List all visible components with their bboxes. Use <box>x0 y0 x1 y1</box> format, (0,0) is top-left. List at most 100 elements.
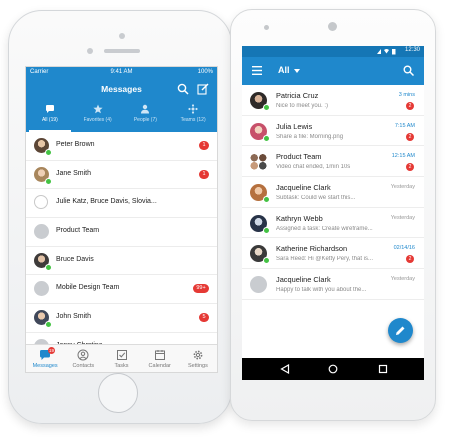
list-item[interactable]: Jane Smith 1 <box>26 161 217 190</box>
search-icon[interactable] <box>403 65 414 76</box>
settings-icon <box>193 350 203 360</box>
message-snippet: Video chat ended, 1min 10s <box>276 164 351 171</box>
presence-dot <box>263 226 270 234</box>
ios-screen: Carrier 9:41 AM 100% Messages All (19) F… <box>25 66 218 373</box>
menu-icon[interactable] <box>252 66 262 75</box>
message-time: Yesterday <box>390 276 415 283</box>
ios-status-bar: Carrier 9:41 AM 100% <box>26 67 217 79</box>
list-item[interactable]: Patricia Cruz Nice to meet you. :) 3 min… <box>242 85 424 116</box>
tab-label: Teams (12) <box>180 117 206 123</box>
tabbar-tasks[interactable]: Tasks <box>102 345 140 372</box>
presence-dot <box>263 196 270 204</box>
tab-people[interactable]: People (7) <box>122 100 170 132</box>
home-icon[interactable] <box>328 364 338 374</box>
conversation-name: Jacqueline Clark <box>276 275 331 285</box>
home-button[interactable] <box>98 373 138 413</box>
message-time: 02/14/16 <box>393 245 415 252</box>
unread-badge: 2 <box>406 255 414 264</box>
battery-label: 100% <box>197 69 213 75</box>
tabbar-contacts[interactable]: Contacts <box>64 345 102 372</box>
ios-header: Carrier 9:41 AM 100% Messages All (19) F… <box>26 67 217 132</box>
message-snippet: Assigned a task: Create wireframe... <box>276 225 373 232</box>
team-avatar <box>34 224 49 240</box>
unread-badge: 5 <box>199 313 209 323</box>
list-item[interactable]: Kathryn Webb Assigned a task: Create wir… <box>242 208 424 239</box>
conversation-name: Patricia Cruz <box>276 91 319 100</box>
conversation-name: Peter Brown <box>56 141 95 148</box>
conversation-name: Julie Katz, Bruce Davis, Slovia... <box>56 198 157 206</box>
tabbar-label: Contacts <box>72 363 95 369</box>
tasks-icon <box>116 350 127 360</box>
front-camera <box>328 22 337 31</box>
proximity-sensor <box>264 25 269 30</box>
list-item[interactable]: Jacqueline Clark Subtask: Could we start… <box>242 177 424 208</box>
list-item[interactable]: Julie Katz, Bruce Davis, Slovia... <box>26 189 217 219</box>
message-snippet: Happy to talk with you about the... <box>276 287 367 294</box>
conversation-name: Bruce Davis <box>56 255 94 263</box>
presence-dot <box>263 134 270 142</box>
unread-badge: 2 <box>406 102 414 110</box>
list-item[interactable]: Katherine Richardson Sara Reed: Hi @Kett… <box>242 238 424 270</box>
avatar <box>250 276 267 294</box>
conversation-list: Peter Brown 1 Jane Smith 1 Julie Katz, B… <box>26 132 217 362</box>
front-camera <box>119 33 125 39</box>
presence-dot <box>45 321 52 329</box>
conversation-name: Product Team <box>56 227 100 235</box>
tabbar-settings[interactable]: Settings <box>179 345 217 372</box>
conversation-list: Patricia Cruz Nice to meet you. :) 3 min… <box>242 85 424 300</box>
messages-badge: 19 <box>48 347 55 354</box>
status-time: 12:30 <box>404 47 420 53</box>
status-icons <box>377 49 396 55</box>
presence-dot <box>45 177 52 185</box>
edit-pencil-icon <box>396 326 405 335</box>
star-icon <box>93 104 103 114</box>
tabbar-label: Tasks <box>114 363 129 369</box>
android-screen: 12:30 All Patricia Cruz Nice to meet you… <box>242 46 424 380</box>
iphone-device: Carrier 9:41 AM 100% Messages All (19) F… <box>8 10 232 424</box>
conversation-name: Jane Smith <box>56 169 92 177</box>
list-item[interactable]: Julia Lewis Share a file: Morning.png 7:… <box>242 116 424 147</box>
unread-badge: 2 <box>406 163 414 172</box>
message-snippet: Share a file: Morning.png <box>276 133 344 140</box>
recent-apps-icon[interactable] <box>378 364 388 374</box>
presence-dot <box>45 149 52 156</box>
list-item[interactable]: Product Team Video chat ended, 1min 10s … <box>242 146 424 178</box>
ios-title-row: Messages <box>26 79 217 99</box>
tab-favorites[interactable]: Favorites (4) <box>74 100 122 132</box>
person-icon <box>141 104 150 114</box>
message-time: Yesterday <box>390 214 415 221</box>
tab-all[interactable]: All (19) <box>26 100 74 132</box>
compose-fab-button[interactable] <box>388 318 413 343</box>
list-item[interactable]: John Smith 5 <box>26 304 217 333</box>
tabbar-calendar[interactable]: Calendar <box>141 345 179 372</box>
conversation-name: Kathryn Webb <box>276 213 323 223</box>
list-item[interactable]: Jacqueline Clark Happy to talk with you … <box>242 269 424 300</box>
tabbar-messages[interactable]: 19 Messages <box>26 345 64 372</box>
search-icon[interactable] <box>177 83 189 95</box>
list-item[interactable]: Mobile Design Team 99+ <box>26 275 217 305</box>
chat-bubble-icon <box>45 105 54 113</box>
message-time: 7:15 AM <box>394 122 415 129</box>
team-icon <box>188 104 198 114</box>
group-avatar <box>34 195 48 210</box>
tab-label: Favorites (4) <box>83 117 112 123</box>
conversation-name: John Smith <box>56 313 92 321</box>
unread-badge: 2 <box>406 132 414 141</box>
conversation-name: Jacqueline Clark <box>276 183 331 193</box>
tab-teams[interactable]: Teams (12) <box>169 100 217 132</box>
chevron-down-icon <box>294 69 300 73</box>
android-status-bar: 12:30 <box>242 46 424 57</box>
list-item[interactable]: Product Team <box>26 218 217 247</box>
status-time: 9:41 AM <box>110 69 133 75</box>
tabbar-label: Messages <box>32 363 58 369</box>
filter-dropdown[interactable]: All <box>278 65 290 75</box>
compose-icon[interactable] <box>197 83 209 95</box>
tabbar-label: Settings <box>187 363 208 369</box>
android-device: 12:30 All Patricia Cruz Nice to meet you… <box>230 9 436 421</box>
list-item[interactable]: Peter Brown 1 <box>26 132 217 161</box>
conversation-name: Julia Lewis <box>276 121 313 131</box>
list-item[interactable]: Bruce Davis <box>26 247 217 276</box>
back-icon[interactable] <box>280 364 290 374</box>
message-snippet: Sara Reed: Hi @Ketty Pery, that is... <box>276 256 374 263</box>
earpiece-speaker <box>104 49 140 53</box>
